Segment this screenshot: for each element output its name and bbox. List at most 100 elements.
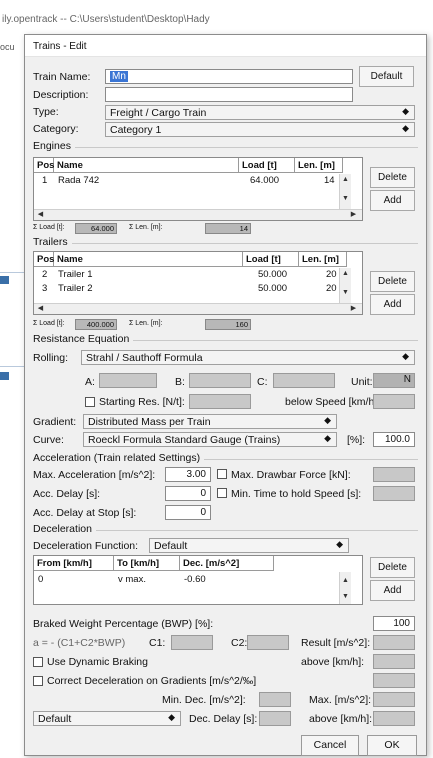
engines-sum-load-label: Σ Load [t]: — [33, 224, 65, 231]
dec-function-select[interactable]: Default ◆ — [149, 538, 349, 553]
type-select[interactable]: Freight / Cargo Train ◆ — [105, 105, 415, 120]
scroll-left-icon[interactable]: ◀ — [35, 210, 46, 220]
type-label: Type: — [33, 106, 59, 118]
engines-row-len[interactable]: 14 — [324, 175, 335, 186]
dec-row-from[interactable]: 0 — [38, 574, 43, 585]
below-speed-input[interactable] — [373, 394, 415, 409]
max-dec-input[interactable] — [373, 692, 415, 707]
engines-col-pos[interactable]: Pos. — [34, 158, 57, 173]
b-input[interactable] — [189, 373, 251, 388]
dec-row-to[interactable]: v max. — [118, 574, 146, 585]
dec-col-to[interactable]: To [km/h] — [114, 556, 180, 571]
engines-row-name[interactable]: Rada 742 — [58, 175, 99, 186]
correct-dec-label: Correct Deceleration on Gradients [m/s^2… — [47, 675, 257, 687]
type-select-value: Freight / Cargo Train — [110, 107, 207, 119]
train-name-input[interactable]: Mn — [105, 69, 353, 84]
min-time-input[interactable] — [373, 486, 415, 501]
scroll-up-icon[interactable]: ▲ — [340, 269, 351, 279]
dec-col-from[interactable]: From [km/h] — [34, 556, 114, 571]
ok-button[interactable]: OK — [367, 735, 417, 756]
engines-delete-button[interactable]: Delete — [370, 167, 415, 188]
max-drawbar-checkbox[interactable] — [217, 469, 227, 479]
correct-dec-input[interactable] — [373, 673, 415, 688]
engines-table[interactable]: Pos. Name Load [t] Len. [m] 1 Rada 742 6… — [33, 157, 363, 221]
engines-sum-load-value: 64.000 — [75, 223, 117, 234]
scroll-down-icon[interactable]: ▼ — [340, 592, 351, 602]
scroll-down-icon[interactable]: ▼ — [340, 194, 351, 204]
curve-select[interactable]: Roeckl Formula Standard Gauge (Trains) ◆ — [83, 432, 337, 447]
trailers-add-button[interactable]: Add — [370, 294, 415, 315]
dec-add-button[interactable]: Add — [370, 580, 415, 601]
percent-input[interactable]: 100.0 — [373, 432, 415, 447]
min-time-checkbox[interactable] — [217, 488, 227, 498]
trailers-row-load[interactable]: 50.000 — [258, 283, 287, 294]
engines-horizontal-scrollbar[interactable]: ◀ ▶ — [34, 209, 362, 220]
deceleration-table[interactable]: From [km/h] To [km/h] Dec. [m/s^2] 0 v m… — [33, 555, 363, 605]
engines-row-pos[interactable]: 1 — [42, 175, 47, 186]
scroll-left-icon[interactable]: ◀ — [35, 304, 46, 314]
c1-input[interactable] — [171, 635, 213, 650]
starting-res-checkbox[interactable] — [85, 397, 95, 407]
dec-function-label: Deceleration Function: — [33, 540, 139, 552]
acc-delay-stop-input[interactable]: 0 — [165, 505, 211, 520]
min-dec-input[interactable] — [259, 692, 291, 707]
scroll-up-icon[interactable]: ▲ — [340, 175, 351, 185]
above-speed-input-1[interactable] — [373, 654, 415, 669]
a-input[interactable] — [99, 373, 157, 388]
dec-delete-button[interactable]: Delete — [370, 557, 415, 578]
scroll-up-icon[interactable]: ▲ — [340, 576, 351, 586]
starting-res-input[interactable] — [189, 394, 251, 409]
trailers-col-pos[interactable]: Pos. — [34, 252, 57, 267]
dec-row-dec[interactable]: -0.60 — [184, 574, 206, 585]
trailers-table[interactable]: Pos. Name Load [t] Len. [m] 2 Trailer 1 … — [33, 251, 363, 315]
dec-delay-mode-select[interactable]: Default ◆ — [33, 711, 181, 726]
train-name-label: Train Name: — [33, 71, 91, 83]
correct-dec-checkbox[interactable] — [33, 676, 43, 686]
trailers-row-len[interactable]: 20 — [326, 269, 337, 280]
description-input[interactable] — [105, 87, 353, 102]
c-input[interactable] — [273, 373, 335, 388]
bwp-input[interactable]: 100 — [373, 616, 415, 631]
max-drawbar-input[interactable] — [373, 467, 415, 482]
rolling-select[interactable]: Strahl / Sauthoff Formula ◆ — [81, 350, 415, 365]
above-speed-input-2[interactable] — [373, 711, 415, 726]
cancel-button[interactable]: Cancel — [301, 735, 359, 756]
trailers-row-name[interactable]: Trailer 1 — [58, 269, 93, 280]
dec-delay-input[interactable] — [259, 711, 291, 726]
trailers-row-len[interactable]: 20 — [326, 283, 337, 294]
engines-col-load[interactable]: Load [t] — [239, 158, 295, 173]
engines-vertical-scrollbar[interactable]: ▲ ▼ — [339, 174, 351, 212]
dynamic-braking-checkbox[interactable] — [33, 657, 43, 667]
engines-row-load[interactable]: 64.000 — [250, 175, 279, 186]
max-acc-input[interactable]: 3.00 — [165, 467, 211, 482]
category-select[interactable]: Category 1 ◆ — [105, 122, 415, 137]
scroll-down-icon[interactable]: ▼ — [340, 288, 351, 298]
trailers-delete-button[interactable]: Delete — [370, 271, 415, 292]
c2-input[interactable] — [247, 635, 289, 650]
gradient-select[interactable]: Distributed Mass per Train ◆ — [83, 414, 337, 429]
trailers-horizontal-scrollbar[interactable]: ◀ ▶ — [34, 303, 362, 314]
trailers-row-pos[interactable]: 2 — [42, 269, 47, 280]
description-label: Description: — [33, 89, 89, 101]
trailers-vertical-scrollbar[interactable]: ▲ ▼ — [339, 268, 351, 306]
dec-vertical-scrollbar[interactable]: ▲ ▼ — [339, 572, 351, 604]
dec-delay-label: Dec. Delay [s]: — [189, 713, 258, 725]
engines-group-label: Engines — [33, 140, 75, 152]
scroll-right-icon[interactable]: ▶ — [348, 210, 359, 220]
dec-function-arrow-icon: ◆ — [336, 539, 343, 549]
engines-add-button[interactable]: Add — [370, 190, 415, 211]
max-acc-label: Max. Acceleration [m/s^2]: — [33, 469, 156, 481]
trailers-row-pos[interactable]: 3 — [42, 283, 47, 294]
trailers-sum-len-label: Σ Len. [m]: — [129, 320, 163, 327]
scroll-right-icon[interactable]: ▶ — [348, 304, 359, 314]
acc-delay-input[interactable]: 0 — [165, 486, 211, 501]
default-button[interactable]: Default — [359, 66, 414, 87]
engines-col-len[interactable]: Len. [m] — [295, 158, 343, 173]
engines-col-name[interactable]: Name — [54, 158, 239, 173]
trailers-col-load[interactable]: Load [t] — [243, 252, 299, 267]
dec-col-dec[interactable]: Dec. [m/s^2] — [180, 556, 274, 571]
trailers-col-len[interactable]: Len. [m] — [299, 252, 347, 267]
trailers-col-name[interactable]: Name — [54, 252, 243, 267]
trailers-row-load[interactable]: 50.000 — [258, 269, 287, 280]
trailers-row-name[interactable]: Trailer 2 — [58, 283, 93, 294]
